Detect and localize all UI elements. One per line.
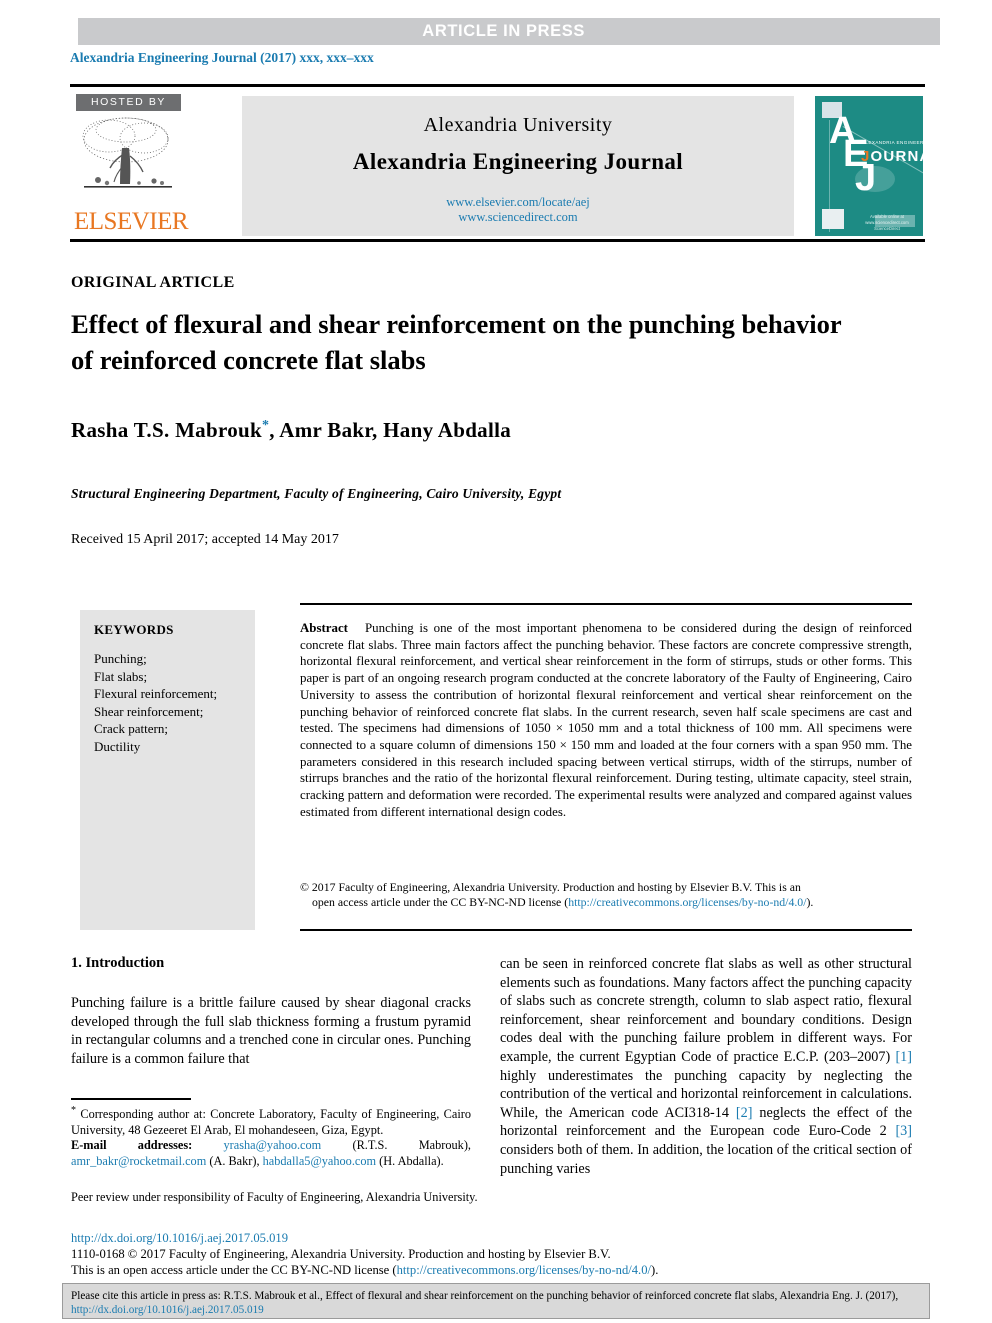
elsevier-logo-block: HOSTED BY ELSEVIER	[72, 94, 192, 239]
citation-doi-link[interactable]: http://dx.doi.org/10.1016/j.aej.2017.05.…	[71, 1304, 264, 1316]
intro-right-part4: considers both of them. In addition, the…	[500, 1141, 912, 1177]
email-addresses-line: E-mail addresses: yrasha@yahoo.com (R.T.…	[71, 1138, 471, 1169]
footnote-block: * Corresponding author at: Concrete Labo…	[71, 1103, 471, 1169]
bottom-license-post: ).	[651, 1262, 659, 1277]
issn-license-block: 1110-0168 © 2017 Faculty of Engineering,…	[71, 1247, 821, 1278]
cover-subtitle: ALEXANDRIA ENGINEERING	[862, 140, 923, 145]
article-type-label: ORIGINAL ARTICLE	[71, 274, 235, 291]
article-in-press-banner: ARTICLE IN PRESS	[78, 18, 940, 45]
elsevier-locate-url[interactable]: www.elsevier.com/locate/aej	[242, 195, 794, 210]
cover-bottom-note: Available online at www.sciencedirect.co…	[865, 214, 909, 231]
email-link-1[interactable]: yrasha@yahoo.com	[224, 1138, 322, 1152]
journal-title-panel: Alexandria University Alexandria Enginee…	[242, 96, 794, 236]
intro-right-part1: can be seen in reinforced concrete flat …	[500, 956, 912, 1065]
cover-bottom-thumbnail	[822, 209, 844, 229]
aej-letter-j: J	[855, 157, 876, 199]
reference-link-1[interactable]: [1]	[895, 1049, 912, 1065]
journal-urls[interactable]: www.elsevier.com/locate/aej www.scienced…	[242, 195, 794, 225]
aej-journal-cover: A E J ALEXANDRIA ENGINEERING JOURNAL Ava…	[815, 96, 923, 236]
sciencedirect-url[interactable]: www.sciencedirect.com	[242, 210, 794, 225]
keyword-item: Flat slabs;	[94, 668, 148, 684]
abstract-text: Punching is one of the most important ph…	[300, 621, 912, 819]
introduction-left-column: 1. Introduction Punching failure is a br…	[71, 955, 471, 1068]
introduction-paragraph-left: Punching failure is a brittle failure ca…	[71, 995, 471, 1067]
reference-link-3[interactable]: [3]	[895, 1123, 912, 1139]
email-owner-2: (A. Bakr),	[206, 1153, 263, 1168]
issn-copyright-line: 1110-0168 © 2017 Faculty of Engineering,…	[71, 1247, 611, 1261]
abstract-bottom-rule	[300, 929, 912, 931]
keyword-item: Flexural reinforcement;	[94, 686, 218, 701]
paper-page: ARTICLE IN PRESS Alexandria Engineering …	[0, 0, 992, 1323]
keywords-panel: KEYWORDS Punching; Flat slabs; Flexural …	[80, 610, 255, 930]
doi-link[interactable]: http://dx.doi.org/10.1016/j.aej.2017.05.…	[71, 1231, 288, 1246]
author-affiliation: Structural Engineering Department, Facul…	[71, 486, 562, 501]
peer-review-note: Peer review under responsibility of Facu…	[71, 1190, 478, 1204]
cover-journal-initial: J	[861, 148, 871, 165]
email-owner-3: (H. Abdalla).	[376, 1153, 444, 1168]
elsevier-tree-icon	[76, 114, 182, 208]
keywords-list: Punching; Flat slabs; Flexural reinforce…	[94, 650, 241, 755]
corresponding-author-note: Corresponding author at: Concrete Labora…	[71, 1107, 471, 1137]
keyword-item: Ductility	[94, 738, 141, 754]
email-link-2[interactable]: amr_bakr@rocketmail.com	[71, 1154, 206, 1168]
received-accepted-dates: Received 15 April 2017; accepted 14 May …	[71, 532, 339, 547]
copyright-line-1: © 2017 Faculty of Engineering, Alexandri…	[300, 880, 801, 894]
abstract-body: Abstract Punching is one of the most imp…	[300, 620, 912, 820]
cc-license-link[interactable]: http://creativecommons.org/licenses/by-n…	[568, 895, 806, 909]
bottom-license-link[interactable]: http://creativecommons.org/licenses/by-n…	[397, 1263, 651, 1277]
email-owner-1: (R.T.S. Mabrouk),	[321, 1138, 472, 1153]
author-first: Rasha T.S. Mabrouk	[71, 418, 262, 442]
journal-masthead: HOSTED BY ELSEVIER Alexandria University…	[70, 84, 925, 242]
article-title: Effect of flexural and shear reinforceme…	[71, 309, 842, 375]
author-list: Rasha T.S. Mabrouk*, Amr Bakr, Hany Abda…	[71, 418, 511, 443]
article-in-press-label: ARTICLE IN PRESS	[422, 22, 585, 40]
reference-link-2[interactable]: [2]	[736, 1105, 753, 1121]
email-label: E-mail addresses:	[71, 1138, 193, 1153]
abstract-copyright: © 2017 Faculty of Engineering, Alexandri…	[300, 880, 912, 910]
copyright-line-2: open access article under the CC BY-NC-N…	[300, 895, 912, 910]
keywords-heading: KEYWORDS	[94, 622, 174, 637]
footnote-rule	[71, 1098, 191, 1100]
abstract-top-rule	[300, 603, 912, 605]
cover-journal-word: JOURNAL	[861, 148, 923, 165]
abstract-label: Abstract	[300, 621, 348, 635]
keyword-item: Shear reinforcement;	[94, 703, 204, 719]
email-link-3[interactable]: habdalla5@yahoo.com	[263, 1154, 376, 1168]
cover-journal-rest: OURNAL	[870, 148, 923, 165]
citation-text: Please cite this article in press as: R.…	[71, 1290, 899, 1302]
journal-citation-line: Alexandria Engineering Journal (2017) xx…	[70, 50, 374, 65]
keyword-item: Crack pattern;	[94, 721, 168, 736]
elsevier-wordmark: ELSEVIER	[74, 208, 189, 235]
hosted-by-badge: HOSTED BY	[76, 94, 181, 111]
license-text-pre: open access article under the CC BY-NC-N…	[312, 895, 569, 909]
bottom-license-pre: This is an open access article under the…	[71, 1262, 397, 1277]
citation-prompt-box: Please cite this article in press as: R.…	[62, 1283, 930, 1319]
journal-title: Alexandria Engineering Journal	[352, 149, 684, 174]
introduction-right-column: can be seen in reinforced concrete flat …	[500, 955, 912, 1178]
section-heading-introduction: 1. Introduction	[71, 955, 165, 971]
license-text-post: ).	[806, 895, 814, 909]
author-rest: , Amr Bakr, Hany Abdalla	[269, 418, 512, 442]
university-name: Alexandria University	[423, 114, 613, 136]
keyword-item: Punching;	[94, 651, 147, 666]
